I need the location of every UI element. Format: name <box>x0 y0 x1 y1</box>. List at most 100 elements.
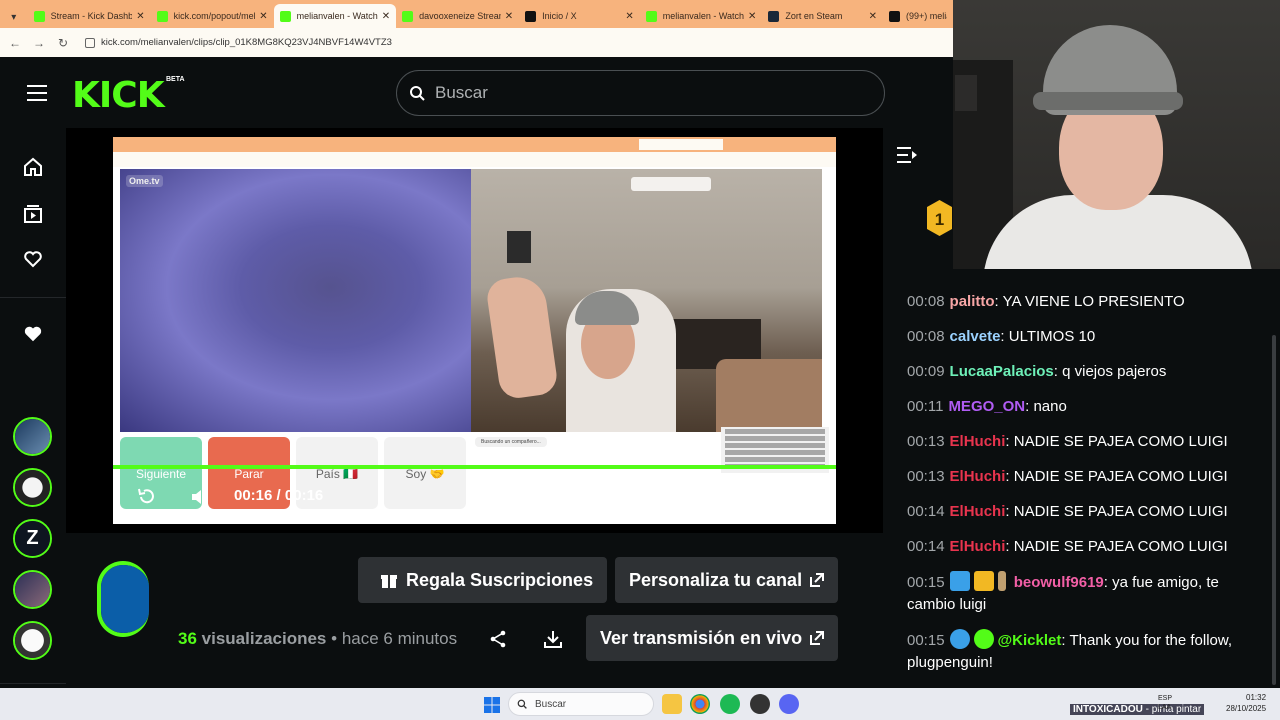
browser-tab-bar: ▾ Stream - Kick Dashboard✕ kick.com/popo… <box>0 0 953 28</box>
video-right-camera <box>471 169 822 432</box>
back-icon[interactable]: ← <box>3 36 27 50</box>
gift-subs-button[interactable]: Regala Suscripciones <box>358 557 608 603</box>
close-tab-icon[interactable]: ✕ <box>382 11 390 22</box>
taskbar-clock[interactable]: 01:32 28/10/2025 <box>1226 692 1266 714</box>
close-tab-icon[interactable]: ✕ <box>625 11 633 22</box>
site-info-icon[interactable] <box>85 37 95 48</box>
chat-message: 00:09 LucaaPalacios: q viejos pajeros <box>907 363 1167 380</box>
chat-username[interactable]: ElHuchi <box>950 468 1006 485</box>
steam-favicon-icon <box>768 10 780 22</box>
forward-icon[interactable]: → <box>27 36 51 50</box>
close-tab-icon[interactable]: ✕ <box>505 11 513 22</box>
kick-favicon-icon <box>279 10 291 22</box>
browser-address-bar: ← → ↻ kick.com/melianvalen/clips/clip_01… <box>0 28 953 57</box>
chat-text: q viejos pajeros <box>1062 363 1167 380</box>
browser-tab[interactable]: Stream - Kick Dashboard✕ <box>28 4 151 28</box>
chat-timestamp: 00:13 <box>907 433 945 450</box>
volume-icon[interactable] <box>188 485 212 509</box>
autoplay-icon[interactable] <box>787 485 811 509</box>
beta-label: BETA <box>166 76 185 83</box>
search-box[interactable] <box>396 70 885 116</box>
miniplayer-icon[interactable] <box>634 485 658 509</box>
time-display: 00:16 / 00:16 <box>234 487 323 504</box>
following-icon[interactable] <box>20 246 46 272</box>
clip-meta: 36 visualizaciones • hace 6 minutos <box>178 629 457 649</box>
video-player[interactable]: Ome.tv Siguiente Parar País 🇮🇹 Soy 🤝 Bus… <box>66 128 883 533</box>
chat-username[interactable]: palitto <box>950 293 995 310</box>
chat-timestamp: 00:15 <box>907 574 945 591</box>
chat-message: 00:14 ElHuchi: NADIE SE PAJEA COMO LUIGI <box>907 538 1228 555</box>
close-tab-icon[interactable]: ✕ <box>136 11 144 22</box>
followed-channel-avatar[interactable] <box>13 468 52 507</box>
browser-tab[interactable]: davooxeneize Stream ✕ <box>396 4 519 28</box>
browse-icon[interactable] <box>20 201 46 227</box>
chat-timestamp: 00:11 <box>907 398 944 415</box>
chat-timestamp: 00:13 <box>907 468 945 485</box>
followed-channel-avatar[interactable] <box>13 621 52 660</box>
gift-icon <box>381 575 397 588</box>
chat-message: 00:08 calvete: ULTIMOS 10 <box>907 328 1096 345</box>
chat-username[interactable]: ElHuchi <box>950 433 1006 450</box>
chat-scrollbar[interactable] <box>1272 335 1276 685</box>
time-separator: / <box>276 487 281 504</box>
leaderboard-badge[interactable]: 1 <box>926 199 953 237</box>
creator-avatar[interactable] <box>97 561 149 637</box>
reload-icon[interactable]: ↻ <box>51 36 75 50</box>
x-favicon-icon <box>525 10 537 22</box>
taskbar-search[interactable]: Buscar <box>508 692 654 716</box>
chat-message: 00:08 palitto: YA VIENE LO PRESIENTO <box>907 293 1185 310</box>
file-explorer-icon[interactable] <box>662 694 682 714</box>
collapse-chat-icon[interactable] <box>896 146 918 164</box>
chrome-icon[interactable] <box>690 694 710 714</box>
home-icon[interactable] <box>20 154 46 180</box>
customize-channel-label: Personaliza tu canal <box>629 569 803 590</box>
spotify-icon[interactable] <box>720 694 740 714</box>
search-input[interactable] <box>435 83 835 103</box>
theater-mode-icon[interactable] <box>685 485 709 509</box>
lang-code: ESP <box>1158 695 1173 702</box>
chat-username[interactable]: MEGO_ON <box>948 398 1025 415</box>
tiktok-favicon-icon <box>889 10 901 22</box>
close-tab-icon[interactable]: ✕ <box>748 11 756 22</box>
browser-tab[interactable]: Inicio / X ✕ <box>519 4 640 28</box>
kick-logo[interactable]: KICK <box>72 75 165 116</box>
replay-icon[interactable] <box>135 485 159 509</box>
browser-tab[interactable]: melianvalen - Watch ✕ <box>640 4 763 28</box>
browser-tab[interactable]: kick.com/popout/melianvalen✕ <box>151 4 274 28</box>
chat-username[interactable]: calvete <box>950 328 1001 345</box>
url-field[interactable]: kick.com/melianvalen/clips/clip_01K8MG8K… <box>85 37 392 48</box>
fullscreen-icon[interactable] <box>736 485 760 509</box>
customize-channel-button[interactable]: Personaliza tu canal <box>615 557 839 603</box>
watch-live-button[interactable]: Ver transmisión en vivo <box>586 615 839 661</box>
share-icon[interactable] <box>486 627 510 651</box>
menu-icon[interactable] <box>27 85 47 101</box>
browser-tab[interactable]: Zort en Steam ✕ <box>762 4 883 28</box>
download-icon[interactable] <box>541 627 565 651</box>
tab-search-dropdown-icon[interactable]: ▾ <box>4 6 24 28</box>
streamer-webcam <box>953 0 1280 269</box>
chat-username[interactable]: LucaaPalacios <box>950 363 1054 380</box>
language-indicator[interactable]: ESP LAA <box>1158 694 1172 712</box>
windows-start-icon[interactable] <box>484 697 500 713</box>
close-tab-icon[interactable]: ✕ <box>869 11 877 22</box>
chat-username[interactable]: ElHuchi <box>950 503 1006 520</box>
chat-text: ULTIMOS 10 <box>1008 328 1096 345</box>
obs-icon[interactable] <box>750 694 770 714</box>
chat-username[interactable]: beowulf9619 <box>1014 574 1104 591</box>
url-text: kick.com/melianvalen/clips/clip_01K8MG8K… <box>101 37 392 48</box>
meta-separator: • <box>331 629 338 648</box>
progress-bar[interactable] <box>113 465 836 469</box>
browser-tab-active[interactable]: melianvalen - Watch ✕ <box>273 4 397 28</box>
chat-username[interactable]: @Kicklet <box>998 632 1062 649</box>
crown-badge-icon <box>973 571 994 591</box>
followed-channel-avatar[interactable]: Z <box>13 519 52 558</box>
kick-favicon-icon <box>156 10 168 22</box>
followed-channel-avatar[interactable] <box>13 417 52 456</box>
tab-title: davooxeneize Stream <box>419 11 501 21</box>
discord-icon[interactable] <box>779 694 799 714</box>
followed-channel-avatar[interactable] <box>13 570 52 609</box>
chat-username[interactable]: ElHuchi <box>950 538 1006 555</box>
chat-message: 00:11 MEGO_ON: nano <box>907 398 1067 415</box>
browser-tab[interactable]: (99+) melian <box>883 4 953 28</box>
close-tab-icon[interactable]: ✕ <box>259 11 267 22</box>
